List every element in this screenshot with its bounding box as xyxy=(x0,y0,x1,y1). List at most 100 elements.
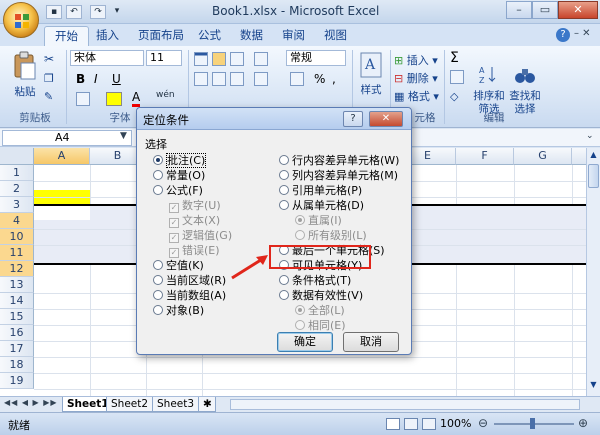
cancel-button[interactable]: 取消 xyxy=(343,332,399,352)
column-header-h[interactable]: H xyxy=(572,148,586,165)
close-button[interactable]: ✕ xyxy=(558,1,598,19)
copy-icon[interactable]: ❐ xyxy=(44,72,54,85)
horizontal-scrollbar[interactable] xyxy=(230,399,580,410)
option-validation-all[interactable]: 全部(L) xyxy=(295,304,345,317)
zoom-out-icon[interactable]: ⊖ xyxy=(478,416,488,430)
row-header[interactable]: 10 xyxy=(0,229,34,245)
dialog-title-bar[interactable]: 定位条件 ? ✕ xyxy=(137,108,411,130)
insert-sheet-icon[interactable]: ✱ xyxy=(198,397,216,412)
save-icon[interactable]: ▪ xyxy=(46,5,62,19)
row-header[interactable]: 2 xyxy=(0,181,34,197)
expand-formula-bar-icon[interactable]: ⌄ xyxy=(586,131,594,141)
option-current-array[interactable]: 当前数组(A) xyxy=(153,289,226,302)
tab-data[interactable]: 数据 xyxy=(230,26,273,46)
radio-icon[interactable] xyxy=(153,290,163,300)
comma-style-icon[interactable]: , xyxy=(332,72,336,86)
align-bottom-icon[interactable] xyxy=(230,52,244,66)
styles-button[interactable]: A 样式 xyxy=(356,50,386,100)
row-header[interactable]: 3 xyxy=(0,197,34,213)
minimize-button[interactable]: – xyxy=(506,1,532,19)
tab-home[interactable]: 开始 xyxy=(44,26,89,46)
row-header[interactable]: 18 xyxy=(0,357,34,373)
undo-icon[interactable]: ↶ xyxy=(66,5,82,19)
radio-icon[interactable] xyxy=(153,260,163,270)
option-formulas[interactable]: 公式(F) xyxy=(153,184,203,197)
radio-icon[interactable] xyxy=(279,275,289,285)
page-break-view-icon[interactable] xyxy=(422,418,436,430)
radio-icon[interactable] xyxy=(279,290,289,300)
fill-icon[interactable] xyxy=(450,70,464,84)
maximize-button[interactable]: ▭ xyxy=(532,1,558,19)
radio-icon[interactable] xyxy=(295,230,305,240)
active-cell-a4[interactable] xyxy=(34,206,90,220)
option-logicals[interactable]: ✓ 逻辑值(G) xyxy=(169,229,232,243)
format-cells-button[interactable]: ▦ 格式 ▾ xyxy=(394,88,439,104)
option-validation-same[interactable]: 相同(E) xyxy=(295,319,346,332)
align-right-icon[interactable] xyxy=(230,72,244,86)
option-constants[interactable]: 常量(O) xyxy=(153,169,205,182)
row-header[interactable]: 14 xyxy=(0,293,34,309)
insert-cells-button[interactable]: ⊞ 插入 ▾ xyxy=(394,52,438,68)
ribbon-window-controls-icon[interactable]: – ✕ xyxy=(574,28,591,39)
font-name-select[interactable]: 宋体 xyxy=(70,50,144,66)
radio-icon[interactable] xyxy=(153,170,163,180)
align-middle-icon[interactable] xyxy=(212,52,226,66)
radio-icon[interactable] xyxy=(295,320,305,330)
scroll-down-icon[interactable]: ▼ xyxy=(588,380,599,391)
row-header[interactable]: 11 xyxy=(0,245,34,261)
checkbox-icon[interactable]: ✓ xyxy=(169,218,179,228)
dialog-close-button[interactable]: ✕ xyxy=(369,111,403,127)
option-row-differences[interactable]: 行内容差异单元格(W) xyxy=(279,154,399,167)
radio-icon[interactable] xyxy=(279,185,289,195)
radio-icon[interactable] xyxy=(153,155,163,165)
currency-icon[interactable] xyxy=(290,72,304,86)
office-button[interactable] xyxy=(3,2,39,38)
option-conditional-formats[interactable]: 条件格式(T) xyxy=(279,274,351,287)
underline-button[interactable]: U xyxy=(112,72,121,86)
redo-icon[interactable]: ↷ xyxy=(90,5,106,19)
number-format-select[interactable]: 常规 xyxy=(286,50,346,66)
borders-icon[interactable] xyxy=(76,92,90,106)
dialog-help-button[interactable]: ? xyxy=(343,111,363,127)
percent-button[interactable]: % xyxy=(314,72,325,86)
radio-icon[interactable] xyxy=(153,305,163,315)
name-box[interactable]: A4 xyxy=(2,130,132,146)
sheet-tab-2[interactable]: Sheet2 xyxy=(106,397,154,412)
format-painter-icon[interactable]: ✎ xyxy=(44,90,53,103)
align-center-icon[interactable] xyxy=(212,72,226,86)
clear-icon[interactable]: ◇ xyxy=(450,90,458,103)
name-box-dropdown-icon[interactable]: ▼ xyxy=(120,131,127,141)
row-header[interactable]: 17 xyxy=(0,341,34,357)
option-all-levels[interactable]: 所有级别(L) xyxy=(295,229,367,242)
column-header-g[interactable]: G xyxy=(514,148,572,165)
checkbox-icon[interactable]: ✓ xyxy=(169,248,179,258)
row-header[interactable]: 15 xyxy=(0,309,34,325)
option-data-validation[interactable]: 数据有效性(V) xyxy=(279,289,363,302)
align-left-icon[interactable] xyxy=(194,72,208,86)
option-objects[interactable]: 对象(B) xyxy=(153,304,204,317)
delete-cells-button[interactable]: ⊟ 删除 ▾ xyxy=(394,70,438,86)
zoom-in-icon[interactable]: ⊕ xyxy=(578,416,588,430)
fill-color-icon[interactable] xyxy=(106,92,122,106)
row-header[interactable]: 16 xyxy=(0,325,34,341)
row-header[interactable]: 4 xyxy=(0,213,34,229)
radio-icon[interactable] xyxy=(295,305,305,315)
ok-button[interactable]: 确定 xyxy=(277,332,333,352)
option-numbers[interactable]: ✓ 数字(U) xyxy=(169,199,221,213)
align-top-icon[interactable] xyxy=(194,52,208,66)
column-header-a[interactable]: A xyxy=(34,148,90,165)
italic-button[interactable]: I xyxy=(94,72,98,86)
tab-page-layout[interactable]: 页面布局 xyxy=(128,26,194,46)
wrap-text-icon[interactable] xyxy=(254,52,268,66)
sheet-nav-icon[interactable]: ◀◀ ◀ ▶ ▶▶ xyxy=(4,398,58,407)
tab-insert[interactable]: 插入 xyxy=(86,26,129,46)
checkbox-icon[interactable]: ✓ xyxy=(169,233,179,243)
scroll-thumb[interactable] xyxy=(588,164,599,188)
column-header-f[interactable]: F xyxy=(456,148,514,165)
radio-icon[interactable] xyxy=(279,200,289,210)
option-errors[interactable]: ✓ 错误(E) xyxy=(169,244,220,258)
row-header[interactable]: 12 xyxy=(0,261,34,277)
customize-qat-icon[interactable]: ▾ xyxy=(112,5,122,19)
checkbox-icon[interactable]: ✓ xyxy=(169,203,179,213)
radio-icon[interactable] xyxy=(279,170,289,180)
